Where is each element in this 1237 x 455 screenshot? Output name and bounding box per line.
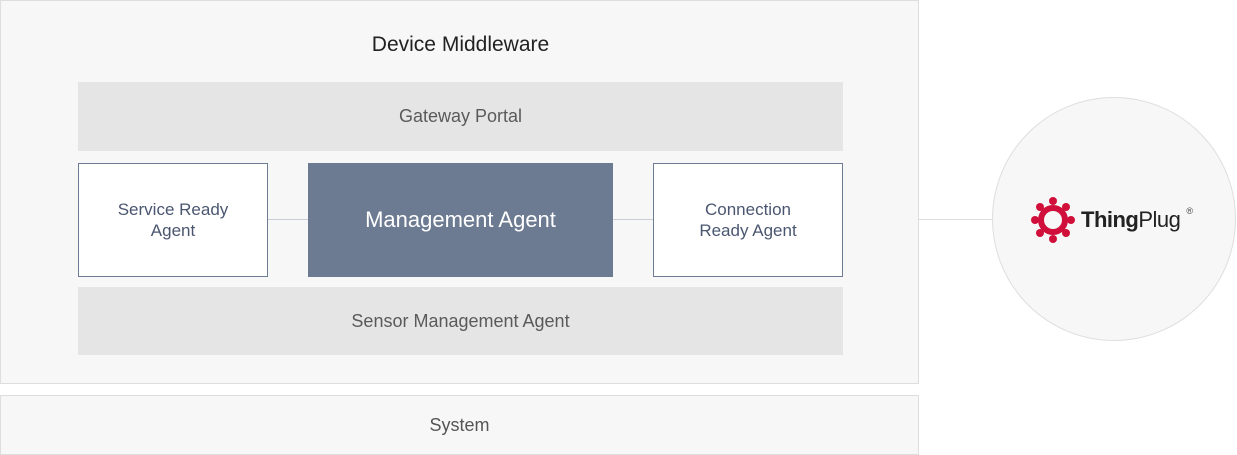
service-ready-agent-label-line2: Agent [150,221,196,240]
brand-thing-text: Thing [1081,207,1139,232]
management-agent-label: Management Agent [365,207,556,232]
connection-ready-agent-label-line2: Ready Agent [699,221,797,240]
service-ready-agent-label-line1: Service Ready [117,200,229,219]
thingplug-logo-icon [1031,197,1075,243]
gateway-portal-block: Gateway Portal [78,82,843,151]
connection-ready-agent-label-line1: Connection [704,200,791,219]
device-middleware-title: Device Middleware [371,33,550,56]
connector-service-management [268,219,308,220]
connector-middleware-thingplug [919,219,992,220]
thingplug-logo: ThingPlug ® [1031,196,1193,244]
system-block: System [0,395,919,455]
management-agent-block: Management Agent [308,163,613,277]
service-ready-agent-block: Service Ready Agent [78,163,268,277]
sensor-management-agent-block: Sensor Management Agent [78,287,843,355]
system-label: System [429,414,490,435]
registered-mark: ® [1186,206,1194,216]
brand-plug-text: Plug [1138,207,1181,232]
gateway-portal-label: Gateway Portal [398,106,523,126]
connection-ready-agent-block: Connection Ready Agent [653,163,843,277]
sensor-management-agent-label: Sensor Management Agent [351,310,570,331]
thingplug-wordmark: ThingPlug [1081,207,1181,233]
connector-management-connection [613,219,653,220]
